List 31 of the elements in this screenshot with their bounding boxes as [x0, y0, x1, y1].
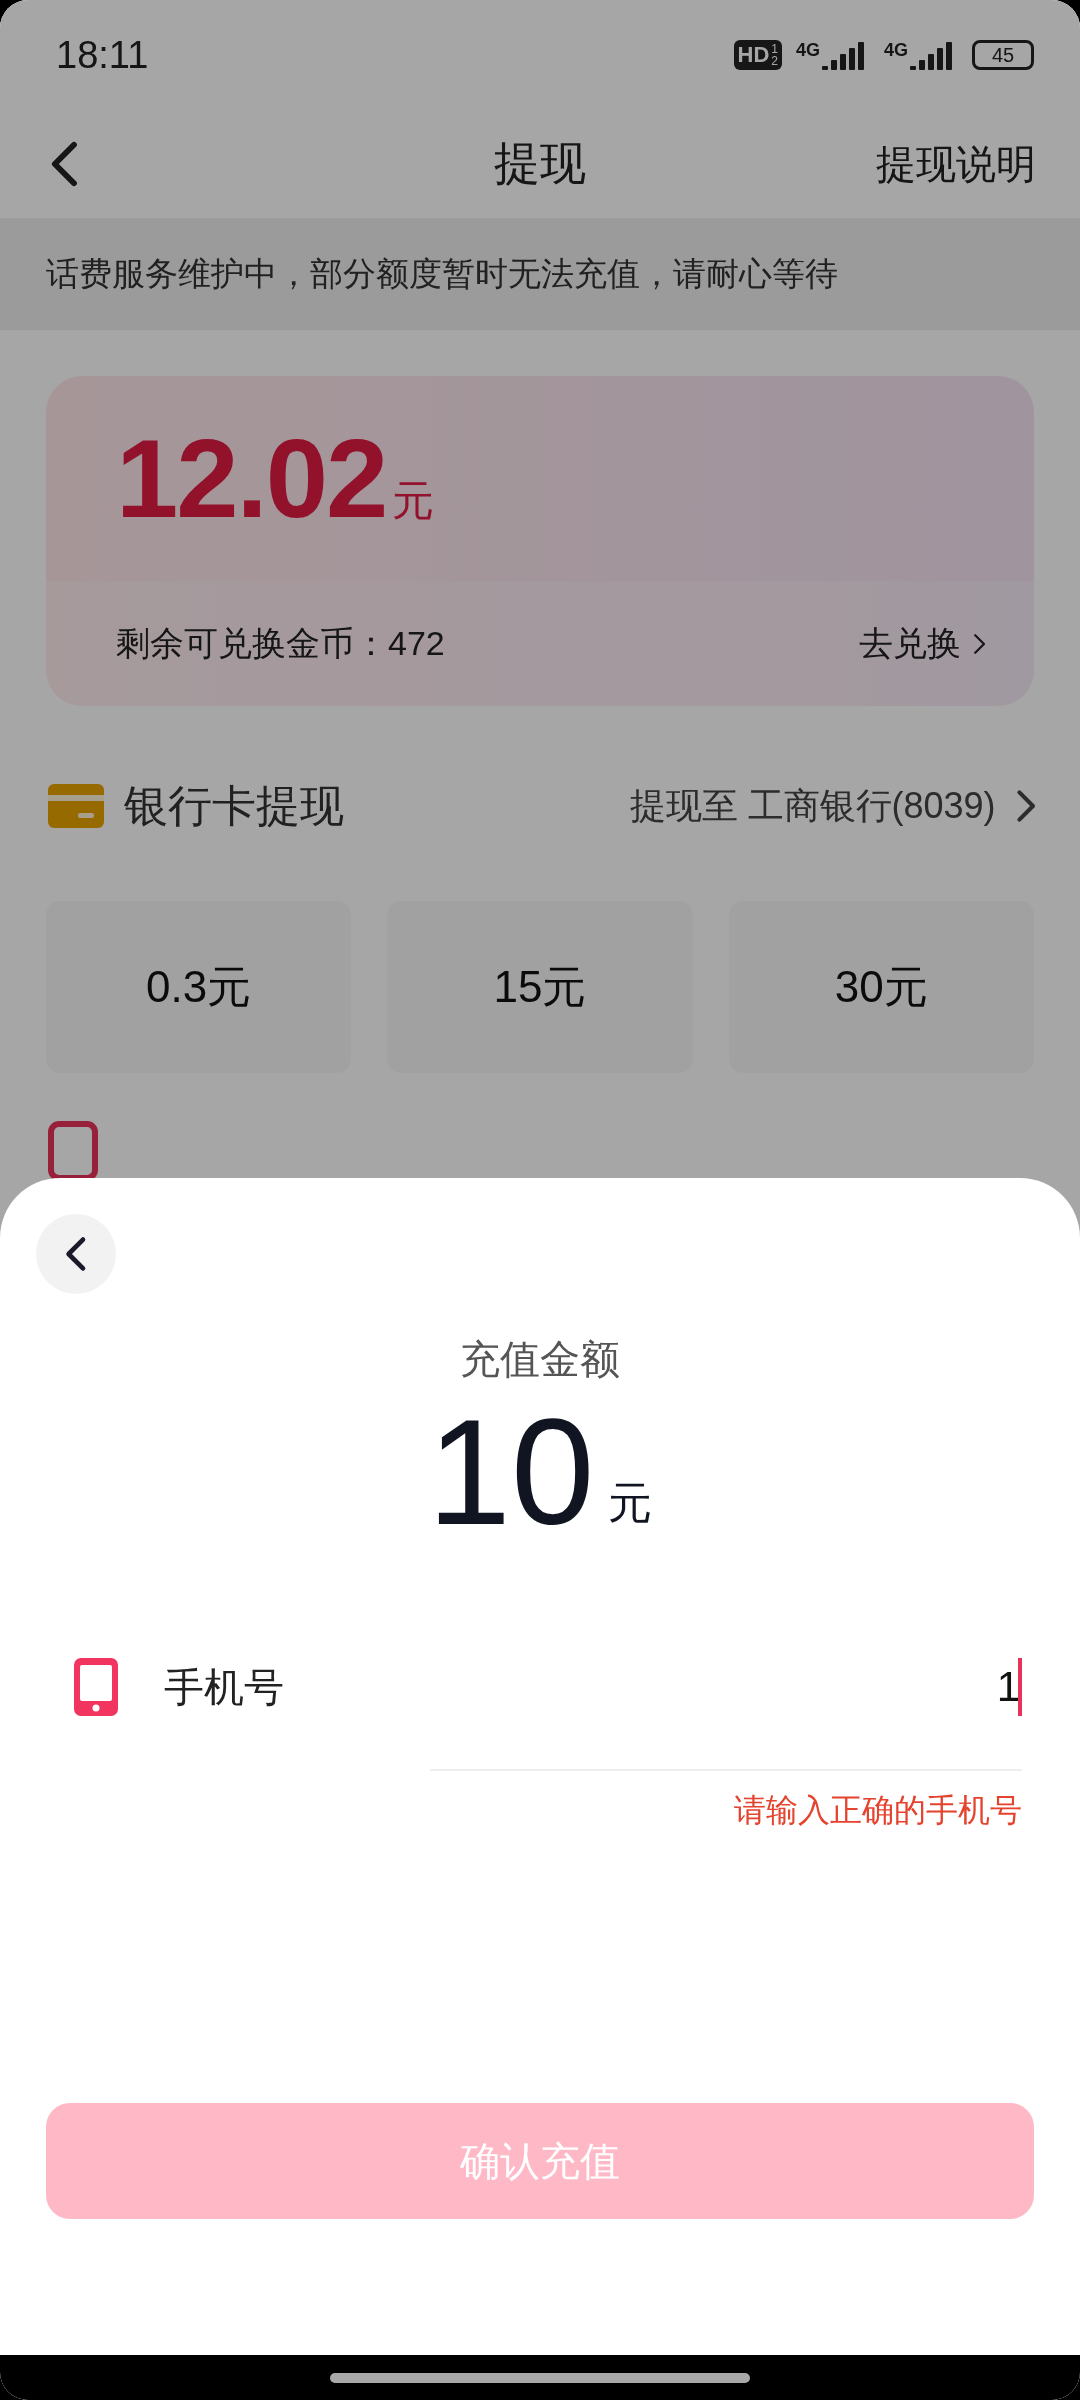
back-button[interactable]: [50, 140, 79, 188]
amount-option[interactable]: 0.3元: [46, 901, 352, 1073]
exchange-link[interactable]: 去兑换: [858, 620, 986, 667]
error-message: 请输入正确的手机号: [734, 1791, 1022, 1830]
chevron-right-icon: [1015, 789, 1036, 823]
battery-indicator: 45: [972, 40, 1034, 70]
home-indicator[interactable]: [330, 2372, 750, 2383]
notice-banner: 话费服务维护中，部分额度暂时无法充值，请耐心等待: [0, 218, 1080, 330]
section-title: 银行卡提现: [124, 779, 344, 832]
back-icon: [65, 1236, 87, 1272]
recharge-amount: 10: [427, 1397, 595, 1547]
amount-option[interactable]: 15元: [387, 901, 693, 1073]
amount-unit: 元: [608, 1477, 653, 1529]
balance-amount: 12.02: [116, 415, 387, 543]
amount-label: 充值金额: [460, 1336, 620, 1383]
page-title: 提现: [494, 136, 586, 191]
bank-card-icon: [48, 784, 104, 828]
network-type: 4G: [884, 40, 908, 61]
phone-label: 手机号: [164, 1663, 284, 1711]
withdraw-info-link[interactable]: 提现说明: [876, 136, 1036, 192]
status-time: 18:11: [56, 33, 149, 77]
network-type: 4G: [795, 40, 820, 61]
phone-icon: [48, 1121, 98, 1181]
chevron-right-icon: [972, 632, 986, 655]
coins-remaining: 剩余可兑换金币：472: [116, 622, 445, 664]
phone-input-field[interactable]: 1: [330, 1657, 1022, 1717]
amount-option[interactable]: 30元: [728, 901, 1034, 1073]
phone-icon: [74, 1658, 118, 1716]
balance-unit: 元: [392, 476, 435, 526]
back-icon: [50, 140, 79, 188]
bank-account-selector[interactable]: 提现至 工商银行(8039): [629, 781, 1036, 831]
